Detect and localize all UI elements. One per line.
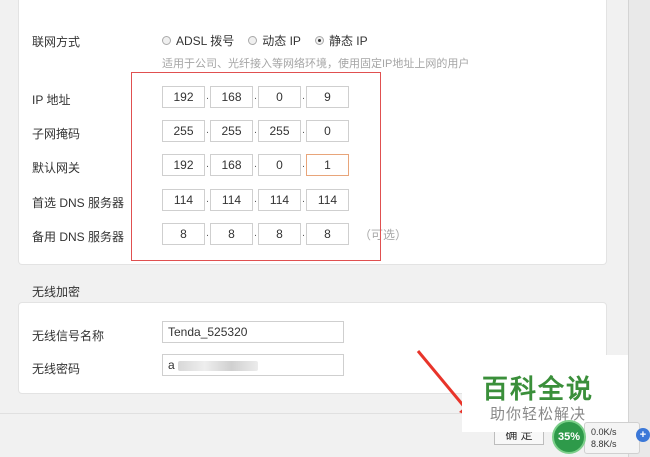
radio-static-ip[interactable] <box>314 36 324 45</box>
option-adsl[interactable]: ADSL 拨号 <box>162 32 234 49</box>
password-label: 无线密码 <box>32 362 81 376</box>
right-scroll-strip <box>628 0 650 457</box>
password-input[interactable]: a <box>162 354 344 376</box>
connection-hint: 适用于公司、光纤接入等网络环境，使用固定IP地址上网的用户 <box>162 58 470 70</box>
upload-speed: 0.0K/s <box>591 427 617 437</box>
download-speed: 8.8K/s <box>591 439 617 449</box>
network-speed-widget[interactable]: 0.0K/s 8.8K/s 35% + <box>548 418 650 457</box>
plus-icon[interactable]: + <box>636 428 650 442</box>
ssid-label: 无线信号名称 <box>32 329 105 343</box>
option-dynamic-ip-label: 动态 IP <box>262 34 301 48</box>
radio-dynamic-ip[interactable] <box>248 36 258 45</box>
secondary-dns-label: 备用 DNS 服务器 <box>32 230 125 244</box>
memory-percent-badge[interactable]: 35% <box>552 420 586 454</box>
watermark-title: 百科全说 <box>482 374 595 404</box>
subnet-mask-label: 子网掩码 <box>32 127 81 141</box>
highlight-box <box>131 72 381 261</box>
option-adsl-label: ADSL 拨号 <box>176 34 235 48</box>
connection-type-options: ADSL 拨号 动态 IP 静态 IP <box>162 32 382 49</box>
option-dynamic-ip[interactable]: 动态 IP <box>248 32 301 49</box>
password-value: a <box>168 358 175 372</box>
option-static-ip-label: 静态 IP <box>328 34 368 48</box>
primary-dns-label: 首选 DNS 服务器 <box>32 196 125 210</box>
option-static-ip[interactable]: 静态 IP <box>314 32 368 49</box>
wireless-section-title: 无线加密 <box>32 285 81 299</box>
gateway-label: 默认网关 <box>32 161 81 175</box>
connection-type-label: 联网方式 <box>32 35 81 49</box>
ip-address-label: IP 地址 <box>32 93 71 107</box>
speed-panel: 0.0K/s 8.8K/s <box>584 422 640 454</box>
ssid-input[interactable]: Tenda_525320 <box>162 321 344 343</box>
password-blur <box>177 360 258 371</box>
radio-adsl[interactable] <box>162 36 171 45</box>
